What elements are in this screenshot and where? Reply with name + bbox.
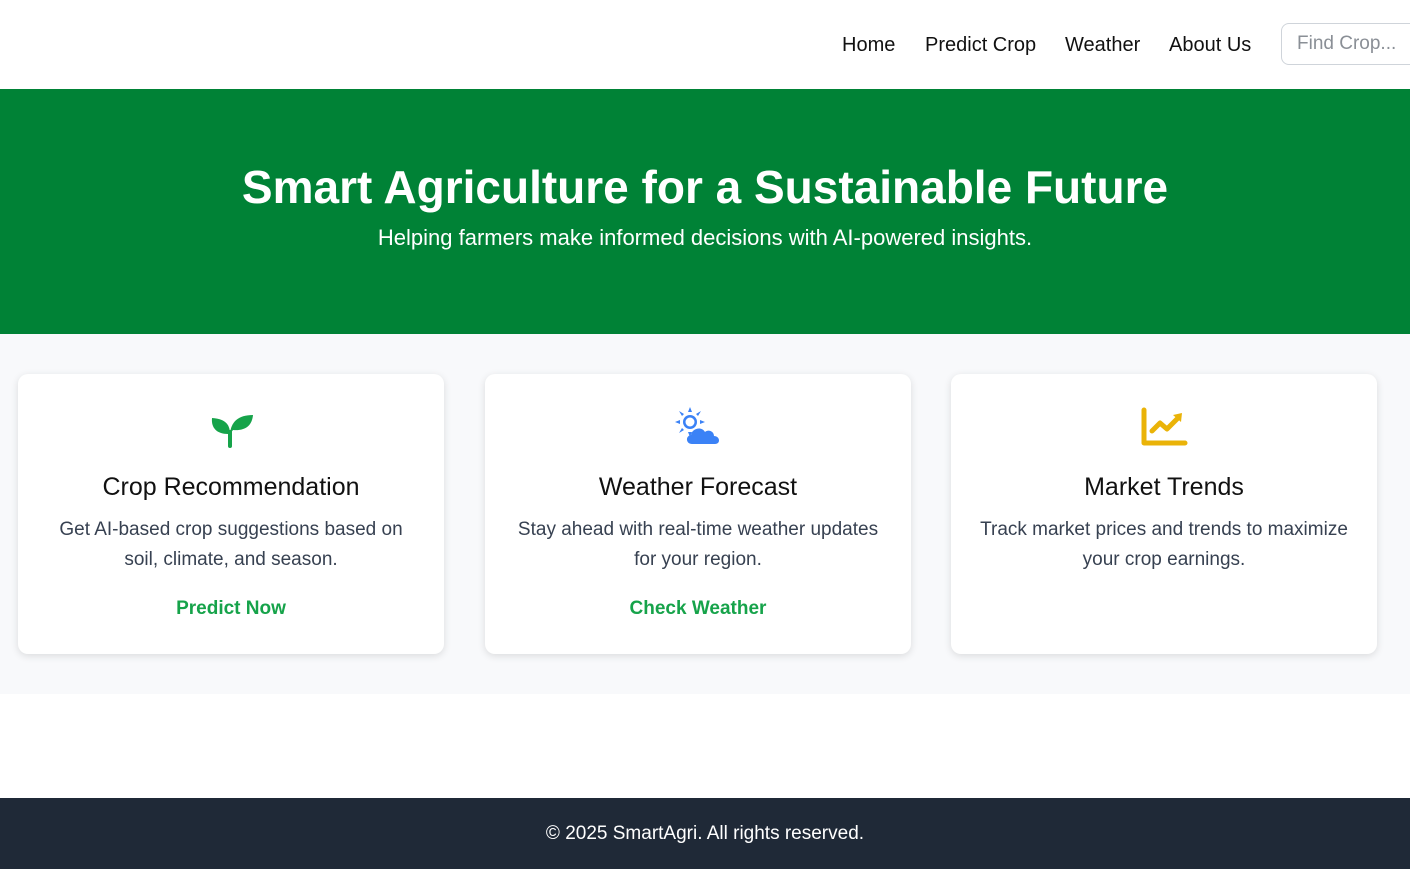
chart-line-icon — [951, 406, 1377, 448]
feature-card-market-trends: Market Trends Track market prices and tr… — [951, 374, 1377, 654]
card-description: Stay ahead with real-time weather update… — [517, 519, 879, 570]
card-title: Crop Recommendation — [102, 473, 360, 501]
card-description: Track market prices and trends to maximi… — [980, 519, 1348, 570]
top-navbar: Home Predict Crop Weather About Us — [0, 0, 1410, 89]
hero-subtitle: Helping farmers make informed decisions … — [377, 225, 1033, 250]
feature-card-weather-forecast: Weather Forecast Stay ahead with real-ti… — [485, 374, 911, 654]
sun-cloud-icon — [485, 406, 911, 448]
nav-link-home[interactable]: Home — [842, 33, 895, 57]
card-description: Get AI-based crop suggestions based on s… — [59, 519, 403, 570]
hero-banner: Smart Agriculture for a Sustainable Futu… — [0, 89, 1410, 334]
nav-link-predict-crop[interactable]: Predict Crop — [925, 33, 1036, 57]
predict-now-link[interactable]: Predict Now — [18, 597, 444, 621]
copyright-text: © 2025 SmartAgri. All rights reserved. — [545, 823, 865, 844]
card-title: Weather Forecast — [598, 473, 798, 501]
search-box — [1281, 23, 1410, 65]
feature-card-crop-recommendation: Crop Recommendation Get AI-based crop su… — [18, 374, 444, 654]
features-section: Crop Recommendation Get AI-based crop su… — [0, 334, 1410, 694]
nav-link-weather[interactable]: Weather — [1065, 33, 1140, 57]
card-title: Market Trends — [1084, 473, 1244, 501]
seedling-icon — [18, 406, 444, 448]
check-weather-link[interactable]: Check Weather — [485, 597, 911, 621]
search-input[interactable] — [1282, 24, 1410, 64]
nav-link-about-us[interactable]: About Us — [1169, 33, 1251, 57]
hero-title: Smart Agriculture for a Sustainable Futu… — [241, 161, 1169, 213]
footer: © 2025 SmartAgri. All rights reserved. — [0, 798, 1410, 869]
